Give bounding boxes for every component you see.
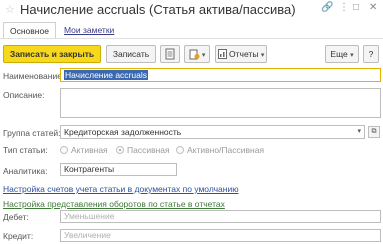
- window-title: Начисление accruals (Статья актива/пасси…: [20, 2, 296, 17]
- tab-divider: [0, 38, 383, 39]
- radio-icon: [60, 146, 68, 154]
- chevron-down-icon: ▾: [350, 52, 354, 59]
- credit-label: Кредит:: [3, 231, 34, 241]
- create-based-on-button[interactable]: ▾: [184, 45, 210, 63]
- debit-field[interactable]: Уменьшение: [60, 210, 381, 223]
- chevron-down-icon[interactable]: ▾: [357, 126, 361, 138]
- save-and-close-button[interactable]: Записать и закрыть: [3, 45, 101, 63]
- name-label: Наименование:: [3, 71, 65, 81]
- favorite-star-icon[interactable]: ☆: [5, 3, 15, 16]
- document-icon: [165, 48, 175, 60]
- group-field[interactable]: Кредиторская задолженность ▾: [60, 125, 365, 139]
- tab-main[interactable]: Основное: [3, 22, 56, 39]
- open-icon: ⧉: [371, 128, 377, 135]
- type-radio-passive[interactable]: Пассивная: [116, 145, 170, 155]
- group-label: Группа статей:: [3, 128, 61, 138]
- document-list-button[interactable]: [160, 45, 180, 63]
- group-value: Кредиторская задолженность: [64, 127, 182, 137]
- help-button[interactable]: ?: [363, 45, 379, 63]
- toolbar: Записать и закрыть Записать ▾ Отчеты ▾ Е…: [0, 45, 383, 63]
- description-field[interactable]: [60, 88, 381, 118]
- save-button[interactable]: Записать: [106, 45, 156, 63]
- credit-field[interactable]: Увеличение: [60, 229, 381, 242]
- close-icon[interactable]: ✕: [369, 2, 377, 13]
- reports-label: Отчеты: [229, 49, 259, 59]
- analytics-field[interactable]: Контрагенты: [60, 163, 177, 176]
- radio-icon: [176, 146, 184, 154]
- more-label: Еще: [330, 49, 348, 59]
- radio-selected-icon: [116, 146, 124, 154]
- description-label: Описание:: [3, 90, 45, 100]
- type-label: Тип статьи:: [3, 145, 48, 155]
- analytics-label: Аналитика:: [3, 166, 48, 176]
- more-button[interactable]: Еще ▾: [325, 45, 359, 63]
- tab-bar: Основное Мои заметки: [0, 22, 383, 39]
- maximize-icon[interactable]: □: [353, 2, 359, 13]
- name-field[interactable]: Начисление accruals: [60, 68, 381, 82]
- name-value: Начисление accruals: [64, 70, 148, 80]
- tab-my-notes[interactable]: Мои заметки: [58, 22, 120, 39]
- create-based-on-icon: [189, 49, 200, 60]
- open-group-button[interactable]: ⧉: [368, 126, 380, 138]
- chevron-down-icon: ▾: [260, 52, 265, 59]
- title-bar: ☆ Начисление accruals (Статья актива/пас…: [0, 0, 383, 21]
- link-icon[interactable]: 🔗: [321, 2, 333, 13]
- accounts-settings-link[interactable]: Настройка счетов учета статьи в документ…: [3, 184, 239, 194]
- type-radio-active-passive[interactable]: Активно/Пассивная: [176, 145, 264, 155]
- debit-label: Дебет:: [3, 212, 29, 222]
- reports-button[interactable]: Отчеты ▾: [215, 45, 267, 63]
- report-icon: [217, 49, 227, 59]
- chevron-down-icon: ▾: [201, 52, 206, 59]
- type-radio-active[interactable]: Активная: [60, 145, 108, 155]
- turnover-settings-link[interactable]: Настройка представления оборотов по стат…: [3, 199, 225, 209]
- more-actions-icon[interactable]: ⋮: [339, 2, 349, 13]
